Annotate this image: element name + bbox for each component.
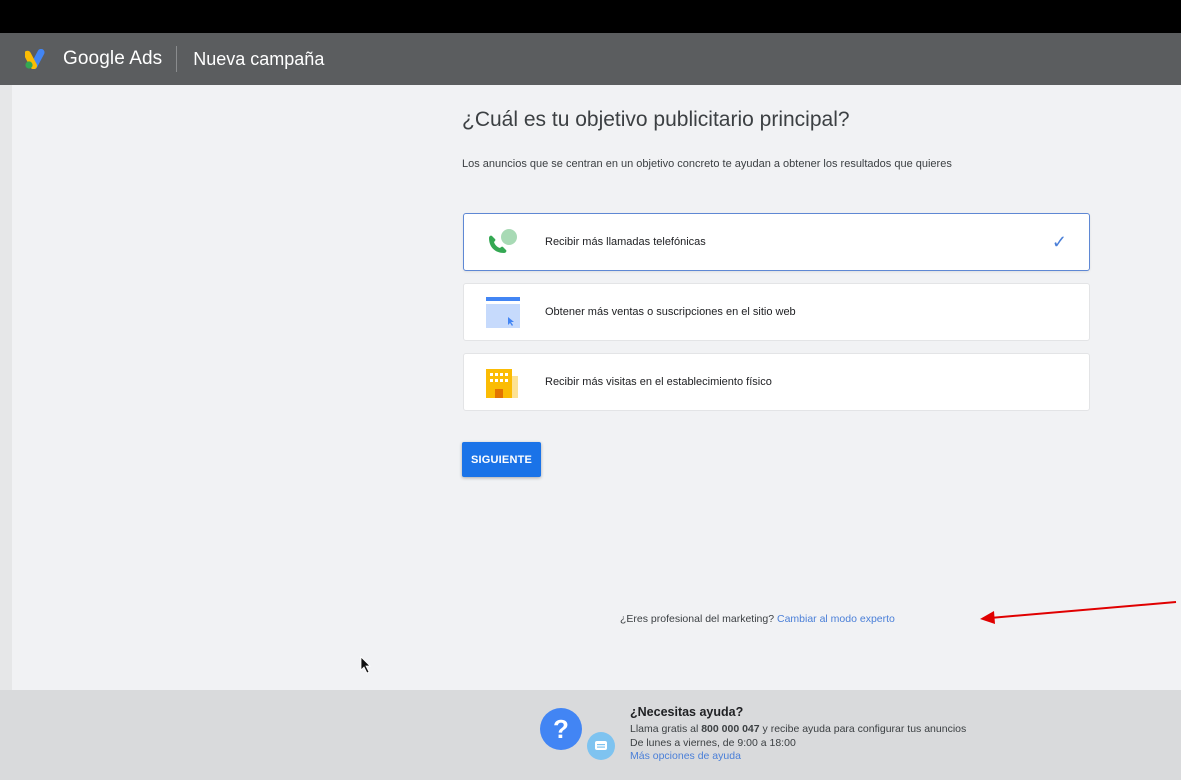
help-title: ¿Necesitas ayuda? [630,705,744,719]
more-help-link[interactable]: Más opciones de ayuda [630,750,741,762]
annotation-arrow-icon [980,601,1177,624]
option-website-sales[interactable]: Obtener más ventas o suscripciones en el… [463,283,1090,341]
google-ads-logo-icon[interactable] [23,48,51,70]
mouse-cursor-icon [360,656,371,674]
expert-mode-link[interactable]: Cambiar al modo experto [777,613,895,625]
help-phone-number: 800 000 047 [701,723,760,735]
option-phone-calls[interactable]: Recibir más llamadas telefónicas ✓ [463,213,1090,271]
option-label: Recibir más llamadas telefónicas [545,236,706,248]
phone-icon [484,226,520,260]
help-phone-suffix: y recibe ayuda para configurar tus anunc… [762,723,967,735]
store-building-icon [484,366,520,400]
objective-question: ¿Cuál es tu objetivo publicitario princi… [462,108,850,131]
brand-name[interactable]: Google Ads [63,48,162,70]
help-hours: De lunes a viernes, de 9:00 a 18:00 [630,737,796,749]
chat-bubble-icon[interactable] [587,732,615,760]
option-label: Obtener más ventas o suscripciones en el… [545,306,796,318]
checkmark-icon: ✓ [1051,232,1067,252]
option-store-visits[interactable]: Recibir más visitas en el establecimient… [463,353,1090,411]
page-title: Nueva campaña [193,48,325,69]
expert-mode-prompt: ¿Eres profesional del marketing? Cambiar… [620,613,895,625]
header-divider [176,46,178,72]
browser-window-icon [484,296,524,330]
help-phone-prefix: Llama gratis al [630,723,699,735]
help-question-icon[interactable]: ? [540,708,582,750]
objective-subtitle: Los anuncios que se centran en un objeti… [462,158,952,170]
help-phone-line: Llama gratis al 800 000 047 y recibe ayu… [630,723,966,735]
top-black-bar [0,0,1181,33]
pro-question: ¿Eres profesional del marketing? [620,613,775,625]
left-edge-panel [0,85,12,780]
next-button[interactable]: SIGUIENTE [462,442,541,477]
option-label: Recibir más visitas en el establecimient… [545,376,772,388]
app-header: Google Ads Nueva campaña [0,33,1181,85]
